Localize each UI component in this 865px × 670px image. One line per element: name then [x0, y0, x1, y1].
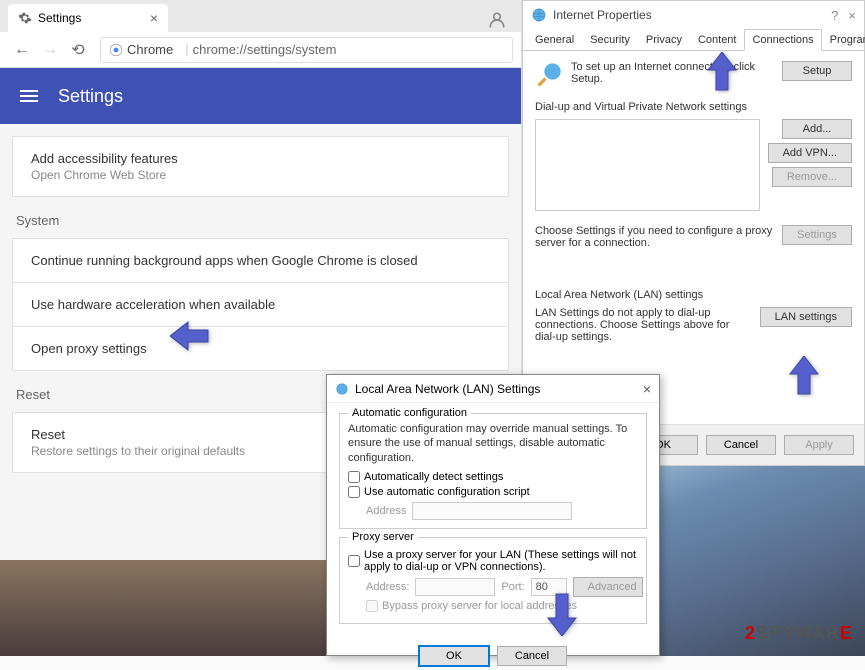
advanced-button[interactable]: Advanced	[573, 577, 643, 597]
accessibility-card[interactable]: Add accessibility features Open Chrome W…	[12, 136, 509, 197]
ie-tabs: General Security Privacy Content Connect…	[523, 29, 864, 51]
choose-settings-text: Choose Settings if you need to configure…	[535, 225, 774, 249]
lan-titlebar: Local Area Network (LAN) Settings ×	[327, 375, 659, 403]
settings-header: Settings	[0, 68, 521, 124]
reload-button[interactable]: ⟲	[64, 36, 92, 64]
system-card: Continue running background apps when Go…	[12, 238, 509, 371]
proxy-address-label: Address:	[366, 581, 409, 593]
auto-detect-checkbox[interactable]	[348, 471, 360, 483]
system-section-label: System	[16, 213, 509, 228]
lan-settings-dialog: Local Area Network (LAN) Settings × Auto…	[326, 374, 660, 656]
tab-bar: Settings ×	[0, 0, 521, 32]
lan-body: Automatic configuration Automatic config…	[327, 403, 659, 642]
lan-title-text: Local Area Network (LAN) Settings	[355, 382, 540, 396]
lan-text: LAN Settings do not apply to dial-up con…	[535, 307, 752, 343]
add-button[interactable]: Add...	[782, 119, 852, 139]
arrow-icon	[704, 52, 740, 94]
auto-config-group: Automatic configuration Automatic config…	[339, 413, 647, 529]
close-icon[interactable]: ×	[643, 381, 651, 397]
system-item-bg-apps[interactable]: Continue running background apps when Go…	[13, 239, 508, 282]
help-button[interactable]: ?	[831, 8, 838, 23]
url-input[interactable]: Chrome | chrome://settings/system	[100, 37, 513, 63]
connection-icon	[535, 61, 563, 89]
arrow-icon	[786, 356, 822, 398]
auto-legend: Automatic configuration	[348, 407, 471, 419]
add-vpn-button[interactable]: Add VPN...	[768, 143, 852, 163]
ie-titlebar: Internet Properties ? ×	[523, 1, 864, 29]
apply-button[interactable]: Apply	[784, 435, 854, 455]
dialup-list[interactable]	[535, 119, 760, 211]
lan-settings-button[interactable]: LAN settings	[760, 307, 852, 327]
url-text: chrome://settings/system	[193, 42, 337, 57]
tab-content[interactable]: Content	[690, 29, 745, 51]
system-item-hw-accel[interactable]: Use hardware acceleration when available	[13, 282, 508, 326]
proxy-legend: Proxy server	[348, 531, 418, 543]
gear-icon	[18, 11, 32, 25]
close-button[interactable]: ×	[848, 8, 856, 23]
forward-button[interactable]: →	[36, 36, 64, 64]
tab-close-icon[interactable]: ×	[150, 10, 158, 26]
profile-icon[interactable]	[485, 8, 509, 32]
globe-icon	[531, 7, 547, 23]
dialup-label: Dial-up and Virtual Private Network sett…	[535, 101, 852, 113]
setup-text: To set up an Internet connection, click …	[571, 61, 774, 85]
card-subtitle: Open Chrome Web Store	[31, 168, 490, 182]
auto-script-checkbox[interactable]	[348, 486, 360, 498]
remove-button[interactable]: Remove...	[772, 167, 852, 187]
auto-detect-label: Automatically detect settings	[364, 471, 503, 483]
card-title: Add accessibility features	[31, 151, 490, 166]
ie-body: To set up an Internet connection, click …	[523, 51, 864, 353]
tab-security[interactable]: Security	[582, 29, 638, 51]
cancel-button[interactable]: Cancel	[706, 435, 776, 455]
port-label: Port:	[501, 581, 524, 593]
bypass-checkbox[interactable]	[366, 600, 378, 612]
tab-connections[interactable]: Connections	[744, 29, 821, 51]
menu-icon[interactable]	[20, 90, 38, 102]
address-bar: ← → ⟲ Chrome | chrome://settings/system	[0, 32, 521, 68]
use-proxy-label: Use a proxy server for your LAN (These s…	[364, 549, 638, 573]
address-label: Address	[366, 505, 406, 517]
proxy-group: Proxy server Use a proxy server for your…	[339, 537, 647, 624]
arrow-icon	[544, 590, 580, 636]
browser-tab[interactable]: Settings ×	[8, 4, 168, 32]
ie-title-text: Internet Properties	[553, 8, 652, 22]
proxy-address-input[interactable]	[415, 578, 495, 596]
watermark: 2SPYWARE	[745, 623, 853, 644]
url-chip: Chrome	[109, 42, 173, 57]
script-address-input[interactable]	[412, 502, 572, 520]
lan-label: Local Area Network (LAN) settings	[535, 289, 852, 301]
auto-script-label: Use automatic configuration script	[364, 486, 530, 498]
arrow-icon	[170, 318, 212, 354]
back-button[interactable]: ←	[8, 36, 36, 64]
tab-privacy[interactable]: Privacy	[638, 29, 690, 51]
globe-icon	[335, 382, 349, 396]
system-item-proxy[interactable]: Open proxy settings	[13, 326, 508, 370]
header-title: Settings	[58, 86, 123, 107]
tab-programs[interactable]: Programs	[822, 29, 865, 51]
setup-button[interactable]: Setup	[782, 61, 852, 81]
tab-general[interactable]: General	[527, 29, 582, 51]
tab-title: Settings	[38, 11, 81, 25]
auto-desc: Automatic configuration may override man…	[348, 422, 638, 465]
settings-button[interactable]: Settings	[782, 225, 852, 245]
use-proxy-checkbox[interactable]	[348, 555, 360, 567]
